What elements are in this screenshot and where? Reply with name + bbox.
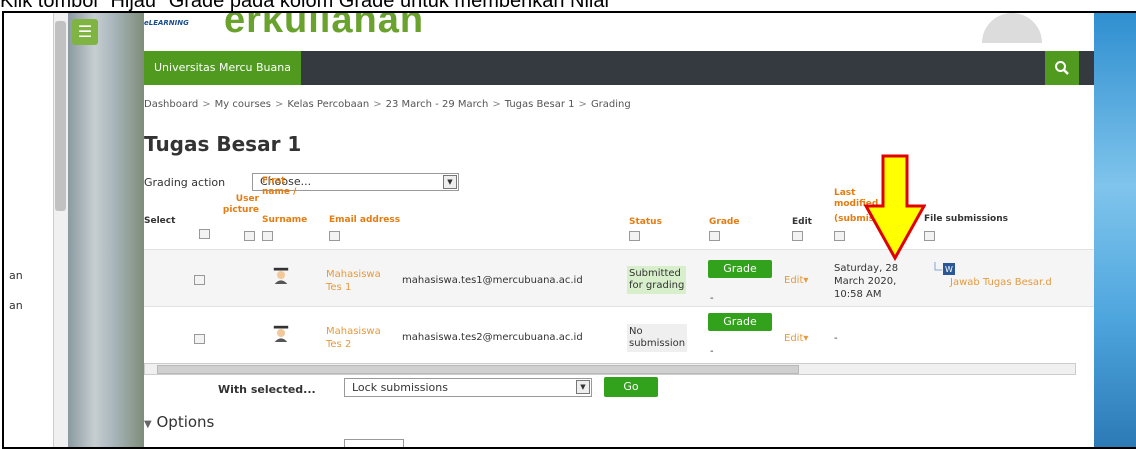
header-email[interactable]: Email address bbox=[329, 215, 400, 226]
breadcrumb-item[interactable]: My courses bbox=[215, 99, 271, 110]
header-first-name-1[interactable]: First bbox=[262, 176, 285, 187]
grade-button[interactable]: Grade bbox=[708, 260, 772, 278]
collapse-arrow-icon: ▼ bbox=[144, 419, 152, 430]
file-link[interactable]: Jawab Tugas Besar.d bbox=[950, 277, 1052, 289]
edit-menu[interactable]: Edit▾ bbox=[784, 275, 808, 287]
last-modified-1: Saturday, 28 bbox=[834, 263, 899, 274]
svg-text:W: W bbox=[945, 265, 953, 274]
breadcrumb-item: Grading bbox=[590, 99, 631, 110]
status-line-2: submission bbox=[629, 338, 686, 349]
student-name-last[interactable]: Tes 1 bbox=[326, 282, 351, 294]
collapse-icon[interactable] bbox=[329, 231, 340, 241]
left-strip-text-2: an bbox=[9, 299, 23, 312]
last-modified-1: - bbox=[834, 333, 838, 344]
background-photo-right bbox=[1094, 13, 1136, 447]
edit-label: Edit bbox=[784, 333, 804, 344]
header-grade[interactable]: Grade bbox=[709, 217, 739, 228]
main-content: eLEARNING erkuliahan Universitas Mercu B… bbox=[144, 13, 1094, 447]
brand-link[interactable]: Universitas Mercu Buana bbox=[144, 51, 301, 85]
header-user-picture-2[interactable]: picture bbox=[219, 205, 259, 216]
last-modified-2: March 2020, bbox=[834, 276, 897, 287]
email-cell: mahasiswa.tes2@mercubuana.ac.id bbox=[402, 332, 583, 343]
instruction-caption: Klik tombol "Hijau" Grade pada kolom Gra… bbox=[0, 0, 609, 11]
edit-menu[interactable]: Edit▾ bbox=[784, 333, 808, 345]
search-icon[interactable] bbox=[1045, 51, 1079, 85]
hamburger-icon[interactable]: ☰ bbox=[72, 19, 98, 45]
collapse-icon[interactable] bbox=[262, 231, 273, 241]
browser-frame: an an ☰ eLEARNING erkuliahan Universitas… bbox=[2, 11, 1136, 449]
yellow-arrow-annotation bbox=[864, 154, 926, 262]
row-checkbox[interactable] bbox=[194, 334, 205, 344]
left-strip-text-1: an bbox=[9, 269, 23, 282]
options-label: Options bbox=[156, 413, 215, 431]
collapse-icon[interactable] bbox=[244, 231, 255, 241]
horizontal-scrollbar[interactable] bbox=[144, 363, 1076, 375]
breadcrumb-item[interactable]: Kelas Percobaan bbox=[287, 99, 369, 110]
user-avatar[interactable] bbox=[982, 13, 1042, 43]
bulk-action-select[interactable]: Lock submissions ▼ bbox=[344, 378, 592, 397]
grade-value: - bbox=[710, 293, 714, 304]
grade-value: - bbox=[710, 346, 714, 357]
navbar: Universitas Mercu Buana bbox=[144, 51, 1094, 85]
collapse-icon[interactable] bbox=[792, 231, 803, 241]
collapse-icon[interactable] bbox=[709, 231, 720, 241]
options-toggle[interactable]: ▼ Options bbox=[144, 413, 214, 431]
student-avatar-icon bbox=[273, 325, 289, 342]
status-line-1: Submitted bbox=[629, 268, 681, 279]
header-file-submissions: File submissions bbox=[924, 214, 1008, 224]
header-status[interactable]: Status bbox=[629, 217, 662, 228]
status-line-2: for grading bbox=[629, 280, 685, 291]
elearning-logo: eLEARNING bbox=[144, 19, 189, 27]
student-avatar-icon bbox=[273, 267, 289, 284]
breadcrumb-item[interactable]: Tugas Besar 1 bbox=[505, 99, 575, 110]
breadcrumb-item[interactable]: Dashboard bbox=[144, 99, 198, 110]
status-badge: No submission bbox=[627, 324, 688, 352]
student-name-last[interactable]: Tes 2 bbox=[326, 339, 351, 351]
status-line-1: No bbox=[629, 326, 643, 337]
header-edit: Edit bbox=[792, 217, 812, 227]
header-user-picture-1[interactable]: User bbox=[219, 194, 259, 205]
collapse-icon[interactable] bbox=[629, 231, 640, 241]
breadcrumb: Dashboard > My courses > Kelas Percobaan >23 … bbox=[144, 99, 631, 110]
go-button[interactable]: Go bbox=[604, 377, 658, 397]
site-title: erkuliahan bbox=[224, 11, 425, 41]
grading-action-label: Grading action bbox=[144, 176, 226, 189]
row-checkbox[interactable] bbox=[194, 275, 205, 285]
header-first-name-2[interactable]: name / bbox=[262, 187, 296, 198]
last-modified-3: 10:58 AM bbox=[834, 289, 882, 300]
bulk-action-value: Lock submissions bbox=[352, 381, 448, 394]
student-name-first[interactable]: Mahasiswa bbox=[326, 326, 381, 338]
chevron-down-icon: ▼ bbox=[576, 380, 590, 394]
horizontal-scrollbar-thumb[interactable] bbox=[157, 365, 799, 374]
chevron-down-icon: ▼ bbox=[443, 175, 457, 189]
left-background-panel: an an bbox=[4, 13, 69, 447]
page-title: Tugas Besar 1 bbox=[144, 132, 302, 156]
email-cell: mahasiswa.tes1@mercubuana.ac.id bbox=[402, 275, 583, 286]
breadcrumb-item[interactable]: 23 March - 29 March bbox=[386, 99, 489, 110]
background-photo-left bbox=[68, 13, 144, 447]
header-last-modified-1[interactable]: Last bbox=[834, 188, 855, 199]
header-select: Select bbox=[144, 216, 176, 226]
word-file-icon: W bbox=[934, 262, 955, 275]
select-all-checkbox[interactable] bbox=[199, 229, 210, 239]
collapse-icon[interactable] bbox=[834, 231, 845, 241]
with-selected-label: With selected... bbox=[218, 383, 316, 396]
grade-button[interactable]: Grade bbox=[708, 313, 772, 331]
options-select[interactable] bbox=[344, 439, 404, 447]
edit-label: Edit bbox=[784, 275, 804, 286]
vertical-scrollbar-thumb[interactable] bbox=[55, 21, 66, 211]
header-surname[interactable]: Surname bbox=[262, 215, 307, 226]
student-name-first[interactable]: Mahasiswa bbox=[326, 269, 381, 281]
status-badge: Submitted for grading bbox=[627, 266, 687, 294]
